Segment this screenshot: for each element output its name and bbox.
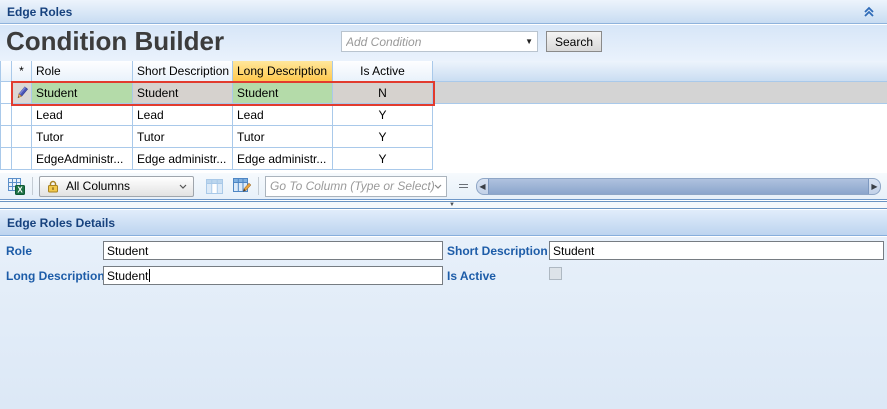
grid-header-row: * Role Short Description Long Descriptio… bbox=[0, 61, 887, 82]
is-active-label: Is Active bbox=[447, 269, 496, 283]
row-filler bbox=[433, 82, 887, 104]
roles-grid: * Role Short Description Long Descriptio… bbox=[0, 61, 887, 173]
short-description-label: Short Description bbox=[447, 244, 548, 258]
table-row-tutor[interactable]: Tutor Tutor Tutor Y bbox=[0, 126, 887, 148]
column-header-star[interactable]: * bbox=[12, 61, 32, 82]
cell-role[interactable]: Student bbox=[32, 82, 133, 104]
all-columns-dropdown[interactable]: All Columns bbox=[39, 176, 194, 197]
scrollbar-thumb[interactable] bbox=[488, 179, 869, 194]
row-gutter bbox=[0, 82, 12, 104]
role-field[interactable]: Student bbox=[103, 241, 443, 260]
cell-is-active[interactable]: Y bbox=[333, 104, 433, 126]
column-header-role[interactable]: Role bbox=[32, 61, 133, 82]
row-filler bbox=[433, 104, 887, 126]
row-filler bbox=[433, 126, 887, 148]
text-caret bbox=[149, 269, 150, 282]
all-columns-label: All Columns bbox=[66, 179, 173, 193]
cell-is-active[interactable]: N bbox=[333, 82, 433, 104]
details-title: Edge Roles Details bbox=[7, 216, 115, 230]
goto-column-combobox[interactable]: Go To Column (Type or Select) bbox=[265, 176, 447, 197]
table-row-edgeadministrator[interactable]: EdgeAdministr... Edge administr... Edge … bbox=[0, 148, 887, 170]
details-header: Edge Roles Details bbox=[0, 210, 887, 236]
cell-role[interactable]: EdgeAdministr... bbox=[32, 148, 133, 170]
column-chooser-icon[interactable] bbox=[204, 176, 224, 196]
scroll-left-icon[interactable]: ◀ bbox=[477, 179, 488, 194]
scroll-right-icon[interactable]: ▶ bbox=[869, 179, 880, 194]
edge-roles-window: Edge Roles Condition Builder Add Conditi… bbox=[0, 0, 887, 409]
chevron-down-icon bbox=[434, 184, 442, 189]
row-gutter bbox=[0, 104, 12, 126]
cell-short-description[interactable]: Lead bbox=[133, 104, 233, 126]
cell-role[interactable]: Tutor bbox=[32, 126, 133, 148]
goto-column-placeholder: Go To Column (Type or Select) bbox=[270, 179, 434, 193]
grid-toolbar: X All Columns bbox=[0, 173, 887, 200]
cell-long-description[interactable]: Student bbox=[233, 82, 333, 104]
header-filler bbox=[433, 61, 887, 82]
add-condition-combobox[interactable]: Add Condition ▼ bbox=[341, 31, 538, 52]
cell-short-description[interactable]: Tutor bbox=[133, 126, 233, 148]
table-row-lead[interactable]: Lead Lead Lead Y bbox=[0, 104, 887, 126]
add-condition-placeholder: Add Condition bbox=[346, 35, 521, 49]
splitter-grip[interactable] bbox=[459, 184, 468, 188]
row-gutter bbox=[0, 61, 12, 82]
horizontal-scrollbar[interactable]: ◀ ▶ bbox=[476, 178, 881, 195]
chevron-double-up-icon[interactable] bbox=[859, 2, 879, 22]
cell-role[interactable]: Lead bbox=[32, 104, 133, 126]
is-active-checkbox[interactable] bbox=[549, 267, 562, 280]
panel-splitter[interactable]: ▼ bbox=[0, 201, 887, 209]
row-filler bbox=[433, 148, 887, 170]
short-description-field[interactable]: Student bbox=[549, 241, 884, 260]
panel-header: Edge Roles bbox=[0, 0, 887, 24]
role-label: Role bbox=[6, 244, 32, 258]
row-gutter bbox=[0, 126, 12, 148]
long-description-label: Long Description bbox=[6, 269, 105, 283]
cell-long-description[interactable]: Tutor bbox=[233, 126, 333, 148]
dropdown-arrow-icon: ▼ bbox=[525, 37, 533, 46]
cell-short-description[interactable]: Student bbox=[133, 82, 233, 104]
edit-pencil-icon bbox=[12, 82, 32, 104]
lock-icon bbox=[46, 179, 60, 193]
column-header-short-description[interactable]: Short Description bbox=[133, 61, 233, 82]
toolbar-separator bbox=[258, 177, 259, 195]
column-header-is-active[interactable]: Is Active bbox=[333, 61, 433, 82]
cell-is-active[interactable]: Y bbox=[333, 126, 433, 148]
row-gutter bbox=[0, 148, 12, 170]
table-row-student[interactable]: Student Student Student N bbox=[0, 82, 887, 104]
row-indicator bbox=[12, 148, 32, 170]
cell-long-description[interactable]: Lead bbox=[233, 104, 333, 126]
export-excel-icon[interactable]: X bbox=[6, 176, 26, 196]
toolbar-separator bbox=[32, 177, 33, 195]
long-description-field[interactable]: Student bbox=[103, 266, 443, 285]
cell-short-description[interactable]: Edge administr... bbox=[133, 148, 233, 170]
panel-title: Edge Roles bbox=[7, 5, 72, 19]
long-description-value: Student bbox=[107, 269, 148, 283]
chevron-down-icon bbox=[179, 184, 187, 189]
cell-is-active[interactable]: Y bbox=[333, 148, 433, 170]
page-title: Condition Builder bbox=[6, 26, 224, 57]
search-button[interactable]: Search bbox=[546, 31, 602, 52]
row-indicator bbox=[12, 126, 32, 148]
condition-builder-bar: Condition Builder Add Condition ▼ Search bbox=[0, 25, 887, 61]
edit-columns-icon[interactable] bbox=[232, 176, 252, 196]
row-indicator bbox=[12, 104, 32, 126]
cell-long-description[interactable]: Edge administr... bbox=[233, 148, 333, 170]
column-header-long-description[interactable]: Long Description bbox=[233, 61, 333, 82]
svg-text:X: X bbox=[17, 185, 23, 194]
splitter-knob-icon[interactable]: ▼ bbox=[449, 202, 455, 208]
details-form: Role Student Short Description Student L… bbox=[0, 237, 887, 409]
